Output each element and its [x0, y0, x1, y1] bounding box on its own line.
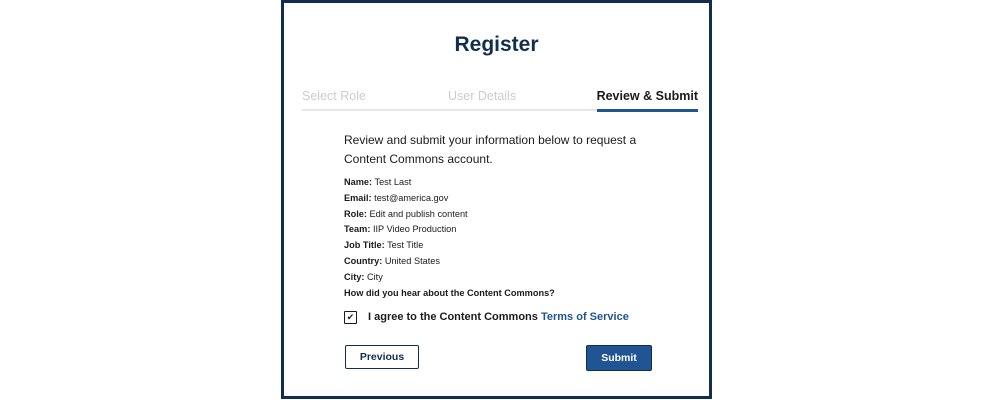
terms-agreement: ✔ I agree to the Content Commons Terms o… — [344, 308, 629, 326]
page-title: Register — [454, 33, 539, 56]
step-progress: Select Role User Details Review & Submit — [302, 87, 698, 112]
checkmark-icon: ✔ — [346, 311, 355, 322]
detail-name: Name: Test Last — [344, 175, 555, 191]
detail-value: test@america.gov — [374, 192, 449, 203]
step-user-details: User Details — [448, 89, 517, 103]
detail-label: Country: — [344, 255, 383, 266]
details-list: Name: Test Last Email: test@america.gov … — [344, 175, 555, 301]
intro-text: Review and submit your information below… — [344, 133, 637, 166]
detail-label: Team: — [344, 224, 371, 235]
detail-label: Name: — [344, 177, 373, 187]
detail-value: IIP Video Production — [372, 224, 457, 235]
terms-of-service-link[interactable]: Terms of Service — [541, 311, 629, 323]
detail-team: Team: IIP Video Production — [344, 222, 555, 238]
previous-button[interactable]: Previous — [345, 345, 419, 369]
terms-label: I agree to the Content Commons Terms of … — [368, 311, 629, 323]
detail-email: Email: test@america.gov — [344, 191, 555, 207]
terms-text: I agree to the Content Commons — [368, 311, 538, 323]
step-review-submit: Review & Submit — [596, 89, 698, 103]
detail-label: Role: — [344, 208, 367, 219]
submit-button[interactable]: Submit — [586, 345, 652, 371]
detail-job-title: Job Title: Test Title — [344, 238, 555, 254]
detail-value: City — [366, 271, 383, 282]
register-card: Register Select Role User Details Review… — [281, 0, 712, 399]
active-step-indicator — [597, 109, 698, 112]
detail-value: Test Last — [374, 177, 412, 187]
terms-checkbox[interactable]: ✔ — [344, 310, 357, 324]
detail-role: Role: Edit and publish content — [344, 207, 555, 223]
detail-label: Email: — [344, 192, 372, 203]
step-select-role: Select Role — [302, 89, 366, 103]
detail-referral: How did you hear about the Content Commo… — [344, 286, 555, 302]
detail-label: How did you hear about the Content Commo… — [344, 287, 555, 298]
detail-country: Country: United States — [344, 254, 555, 270]
detail-value: Edit and publish content — [369, 208, 468, 219]
detail-label: City: — [344, 271, 365, 282]
detail-label: Job Title: — [344, 240, 385, 251]
detail-value: United States — [384, 255, 441, 266]
detail-city: City: City — [344, 270, 555, 286]
detail-value: Test Title — [387, 240, 424, 251]
